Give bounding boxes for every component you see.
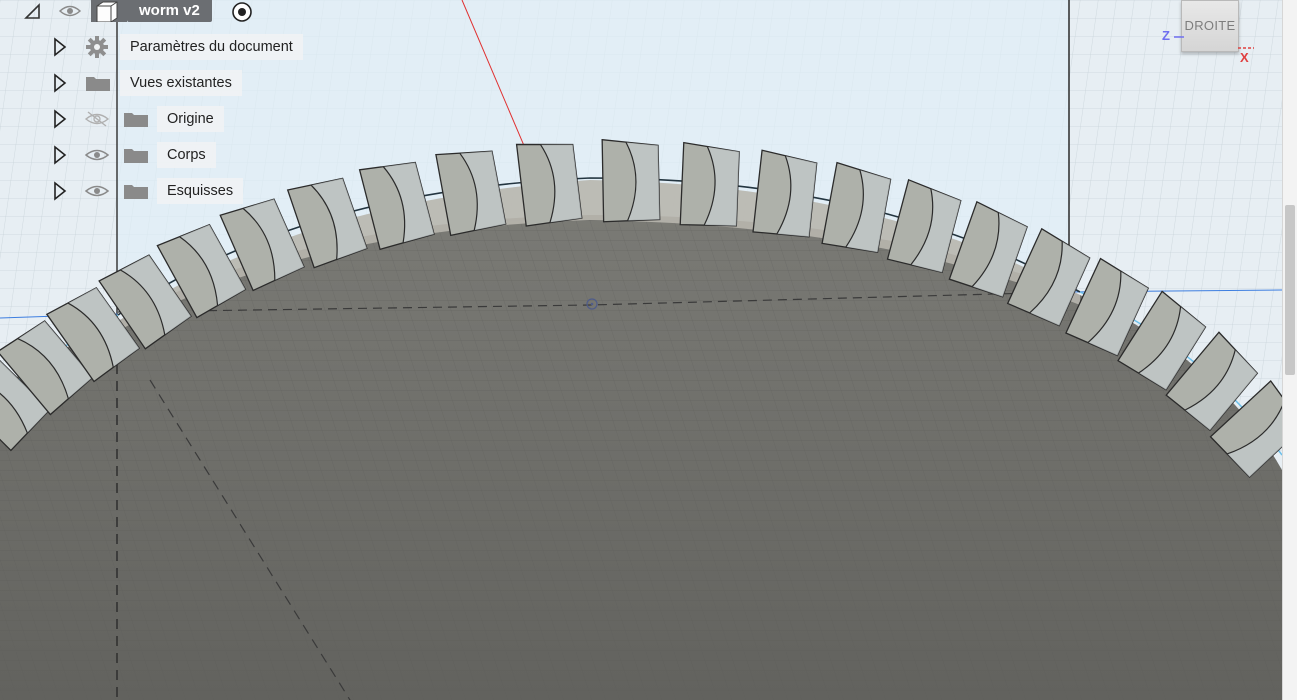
browser-item-corps[interactable]: Corps [0, 142, 300, 168]
browser-item-label[interactable]: Origine [157, 106, 224, 132]
browser-item-label[interactable]: Esquisses [157, 178, 244, 204]
expand-triangle-icon[interactable] [52, 181, 68, 201]
scrollbar-thumb[interactable] [1285, 205, 1295, 375]
browser-item-label[interactable]: Vues existantes [120, 70, 242, 96]
gear-icon [86, 36, 108, 58]
expand-triangle-icon[interactable] [52, 145, 68, 165]
folder-icon [124, 149, 148, 163]
gear-tooth [601, 138, 661, 223]
eye-icon[interactable] [84, 182, 110, 200]
collapse-triangle-icon[interactable] [23, 2, 43, 20]
eye-icon[interactable] [58, 3, 82, 19]
browser-item-parametres[interactable]: Paramètres du document [0, 34, 330, 60]
view-cube-axes [1174, 36, 1254, 49]
expand-triangle-icon[interactable] [52, 37, 68, 57]
eye-icon[interactable] [84, 146, 110, 164]
browser-item-origine[interactable]: Origine [0, 106, 300, 132]
folder-icon [86, 77, 110, 91]
browser-root[interactable]: worm v2 [0, 0, 270, 24]
folder-icon [124, 113, 148, 127]
view-cube[interactable]: DROITE Z X [1160, 0, 1270, 70]
gear-tooth [752, 149, 818, 238]
browser-item-label[interactable]: Paramètres du document [120, 34, 303, 60]
eye-hidden-icon[interactable] [84, 110, 110, 128]
browser-item-vues[interactable]: Vues existantes [0, 70, 300, 96]
vertical-scrollbar[interactable] [1282, 0, 1297, 700]
folder-icon [124, 185, 148, 199]
expand-triangle-icon[interactable] [52, 109, 68, 129]
axis-z-label: Z [1162, 28, 1170, 43]
browser-item-esquisses[interactable]: Esquisses [0, 178, 300, 204]
browser-panel: worm v2 Paramètres du document Vues exis… [0, 0, 360, 220]
activate-radio-icon[interactable] [230, 0, 254, 24]
gear-tooth [679, 141, 740, 227]
root-component-label[interactable]: worm v2 [127, 0, 212, 22]
component-icon-bg [91, 0, 127, 23]
component-icon [96, 1, 118, 23]
browser-item-label[interactable]: Corps [157, 142, 216, 168]
gear-tooth [515, 143, 583, 227]
expand-triangle-icon[interactable] [52, 73, 68, 93]
center-point-dot [590, 302, 594, 306]
